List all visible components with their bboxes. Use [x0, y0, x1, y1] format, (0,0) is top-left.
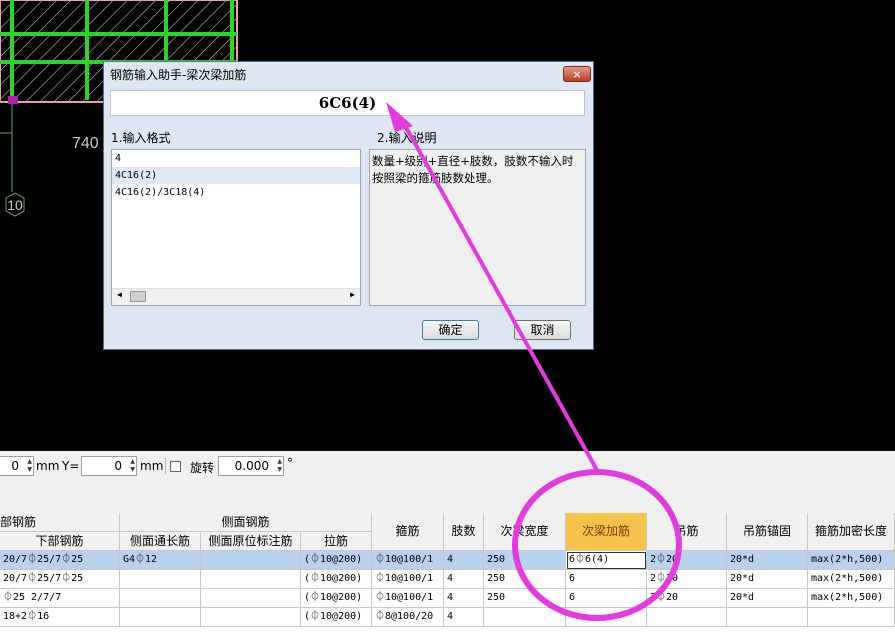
table-cell[interactable]: (⏀10@200)	[301, 608, 372, 627]
rotate-value: 0.000	[234, 459, 269, 473]
table-cell[interactable]	[484, 608, 566, 627]
format-section-label: 1.输入格式	[111, 131, 171, 145]
separator	[165, 458, 166, 474]
format-item-selected[interactable]: 4C16(2)	[112, 167, 360, 184]
y-coordinate-input[interactable]: 0 ▲ ▼	[81, 456, 137, 476]
table-cell[interactable]: max(2*h,500)	[808, 551, 895, 570]
table-cell[interactable]: ⏀10@100/1	[372, 589, 444, 608]
active-cell[interactable]: 6⏀6(4)	[566, 551, 647, 570]
table-cell[interactable]: 4	[444, 551, 484, 570]
table-cell[interactable]	[566, 608, 647, 627]
description-line: 按照梁的箍筋肢数处理。	[372, 171, 499, 185]
cancel-button[interactable]: 取消	[514, 320, 571, 340]
table-cell[interactable]	[201, 589, 301, 608]
degree-label: °	[287, 456, 293, 470]
table-cell[interactable]	[201, 551, 301, 570]
scroll-left-icon[interactable]: ◀	[117, 290, 122, 299]
column-header[interactable]: 下部钢筋	[0, 532, 120, 551]
table-cell[interactable]	[120, 589, 201, 608]
table-cell[interactable]	[120, 570, 201, 589]
y-label: Y=	[62, 459, 80, 473]
beam-property-grid[interactable]: 部钢筋 侧面钢筋 下部钢筋 侧面通长筋 侧面原位标注筋 拉筋 箍筋 肢数 次梁宽…	[0, 513, 895, 637]
table-cell[interactable]: 4	[444, 608, 484, 627]
table-cell[interactable]: 6	[566, 589, 647, 608]
column-header[interactable]: 侧面原位标注筋	[201, 532, 301, 551]
table-cell[interactable]: 20*d	[727, 570, 808, 589]
spinner-icon[interactable]: ▲ ▼	[274, 458, 282, 474]
rotate-label: 旋转	[190, 461, 215, 475]
table-cell[interactable]: 20/7⏀25/7⏀25	[0, 570, 120, 589]
column-header[interactable]: 次梁宽度	[484, 513, 566, 551]
horizontal-scrollbar[interactable]: ◀ ▶	[112, 288, 360, 305]
axis-marker: 10	[5, 192, 25, 217]
ok-button[interactable]: 确定	[422, 320, 479, 340]
panel-gap	[0, 485, 895, 513]
table-cell[interactable]: ⏀8@100/20	[372, 608, 444, 627]
table-cell[interactable]: 18+2⏀16	[0, 608, 120, 627]
rotate-checkbox[interactable]	[170, 461, 181, 472]
table-cell[interactable]: ⏀10@100/1	[372, 551, 444, 570]
table-cell[interactable]: max(2*h,500)	[808, 589, 895, 608]
table-cell[interactable]: 4	[444, 570, 484, 589]
table-cell[interactable]: max(2*h,500)	[808, 570, 895, 589]
table-cell[interactable]: 2⏀20	[647, 589, 727, 608]
rotate-angle-input[interactable]: 0.000 ▲ ▼	[218, 456, 284, 476]
table-cell[interactable]: 6	[566, 570, 647, 589]
table-cell[interactable]: 20*d	[727, 589, 808, 608]
column-header[interactable]: 吊筋	[647, 513, 727, 551]
column-header[interactable]: 肢数	[444, 513, 484, 551]
table-cell[interactable]	[727, 608, 808, 627]
column-header[interactable]: 侧面通长筋	[120, 532, 201, 551]
format-list[interactable]: 4 4C16(2) 4C16(2)/3C18(4) ◀ ▶	[111, 149, 361, 306]
coordinate-toolbar: 0 ▲ ▼ mm Y= 0 ▲ ▼ mm 旋转 0.000 ▲ ▼ °	[0, 451, 895, 485]
description-section-label: 2.输入说明	[377, 131, 437, 145]
table-cell[interactable]: G4⏀12	[120, 551, 201, 570]
dialog-title: 钢筋输入助手-梁次梁加筋	[110, 68, 247, 82]
table-cell[interactable]: ⏀10@100/1	[372, 570, 444, 589]
table-cell[interactable]: (⏀10@200)	[301, 589, 372, 608]
scroll-thumb[interactable]	[130, 291, 146, 302]
header-group: 侧面钢筋	[120, 513, 372, 532]
dimension-line: 740	[0, 104, 99, 192]
header-group: 部钢筋	[0, 513, 120, 532]
table-cell[interactable]: (⏀10@200)	[301, 551, 372, 570]
table-cell[interactable]	[808, 608, 895, 627]
table-cell[interactable]: 250	[484, 589, 566, 608]
rebar-input-field[interactable]: 6C6(4)	[110, 90, 585, 116]
format-item[interactable]: 4C16(2)/3C18(4)	[112, 184, 360, 201]
scroll-right-icon[interactable]: ▶	[350, 290, 355, 299]
table-cell[interactable]: 250	[484, 551, 566, 570]
column-header[interactable]: 拉筋	[301, 532, 372, 551]
close-icon[interactable]: ×	[563, 66, 591, 82]
table-cell[interactable]: 20/7⏀25/7⏀25	[0, 551, 120, 570]
format-item[interactable]: 4	[112, 150, 360, 167]
column-header-highlighted[interactable]: 次梁加筋	[566, 513, 647, 551]
description-line: 数量+级别+直径+肢数，肢数不输入时	[372, 154, 574, 168]
y-value: 0	[114, 459, 122, 473]
table-cell[interactable]: 4	[444, 589, 484, 608]
table-cell[interactable]: ⏀25 2/7/7	[0, 589, 120, 608]
description-box: 数量+级别+直径+肢数，肢数不输入时 按照梁的箍筋肢数处理。	[369, 149, 586, 306]
table-cell[interactable]: 2⏀20	[647, 570, 727, 589]
table-cell[interactable]: 250	[484, 570, 566, 589]
rebar-input-assistant-dialog: 钢筋输入助手-梁次梁加筋 × 6C6(4) 1.输入格式 2.输入说明 4 4C…	[103, 61, 594, 350]
table-cell[interactable]	[201, 608, 301, 627]
table-cell[interactable]	[201, 570, 301, 589]
dimension-label: 740	[72, 135, 99, 152]
x-coordinate-input[interactable]: 0 ▲ ▼	[0, 456, 34, 476]
column-header[interactable]: 箍筋加密长度	[808, 513, 895, 551]
column-header[interactable]: 箍筋	[372, 513, 444, 551]
spinner-icon[interactable]: ▲ ▼	[127, 458, 135, 474]
x-value: 0	[11, 459, 19, 473]
unit-label: mm	[140, 459, 164, 473]
table-cell[interactable]: 2⏀20	[647, 551, 727, 570]
unit-label: mm	[36, 459, 60, 473]
table-cell[interactable]: 20*d	[727, 551, 808, 570]
spinner-icon[interactable]: ▲ ▼	[24, 458, 32, 474]
axis-label: 10	[7, 197, 23, 213]
table-cell[interactable]: (⏀10@200)	[301, 570, 372, 589]
table-cell[interactable]	[120, 608, 201, 627]
table-cell[interactable]	[647, 608, 727, 627]
column-header[interactable]: 吊筋锚固	[727, 513, 808, 551]
